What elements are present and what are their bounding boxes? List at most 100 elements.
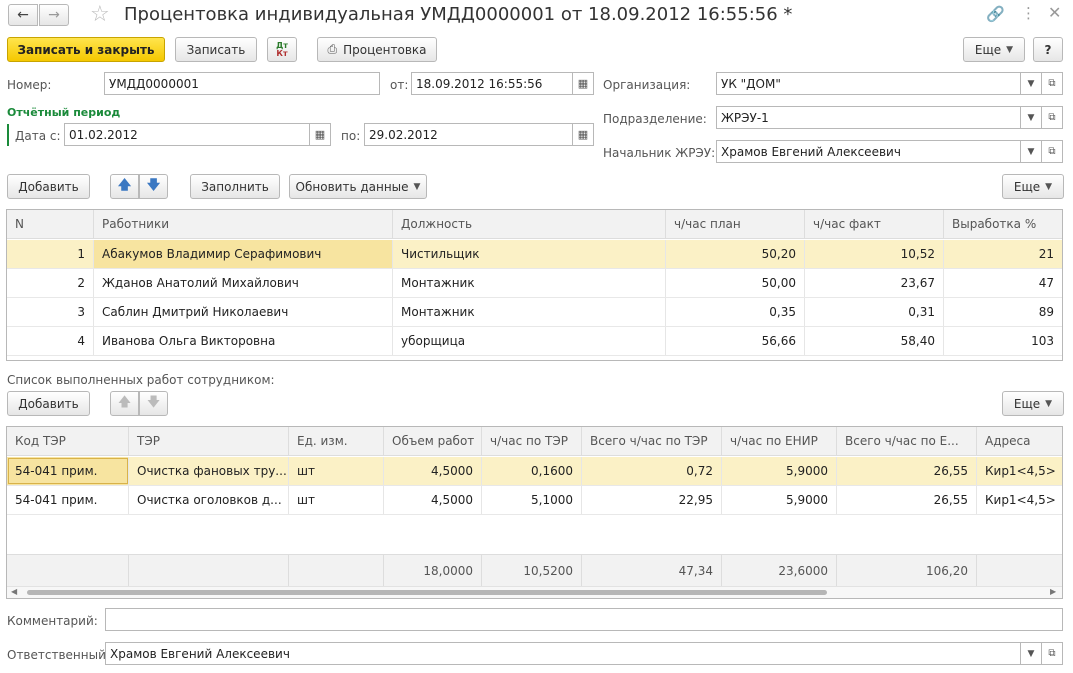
link-icon[interactable]: 🔗: [986, 5, 1005, 23]
dt-kt-button[interactable]: Дт Кт: [267, 37, 297, 62]
works-table[interactable]: Код ТЭР ТЭР Ед. изм. Объем работ ч/час п…: [6, 426, 1063, 599]
cell-ter[interactable]: Очистка фановых тру...: [129, 457, 289, 485]
chief-field[interactable]: Храмов Евгений Алексеевич: [716, 140, 1021, 163]
cell-volume[interactable]: 4,5000: [384, 457, 482, 485]
close-icon[interactable]: ✕: [1048, 3, 1061, 22]
workers-more-button[interactable]: Еще ▼: [1002, 174, 1064, 199]
col-output[interactable]: Выработка %: [944, 210, 1062, 238]
dept-open-button[interactable]: ⧉: [1041, 106, 1063, 129]
col-position[interactable]: Должность: [393, 210, 666, 238]
forward-button[interactable]: →: [39, 4, 69, 26]
move-up-button[interactable]: 🡅: [110, 174, 139, 199]
cell-name[interactable]: Жданов Анатолий Михайлович: [94, 269, 393, 297]
scroll-left-icon[interactable]: ◀: [11, 587, 17, 596]
dept-field[interactable]: ЖРЭУ-1: [716, 106, 1021, 129]
table-row[interactable]: 4 Иванова Ольга Викторовна уборщица 56,6…: [7, 327, 1062, 356]
cell-volume[interactable]: 4,5000: [384, 486, 482, 514]
from-date-field[interactable]: 18.09.2012 16:55:56: [411, 72, 573, 95]
table-row[interactable]: 54-041 прим. Очистка фановых тру... шт 4…: [7, 457, 1062, 486]
works-add-button[interactable]: Добавить: [7, 391, 90, 416]
cell-plan[interactable]: 56,66: [666, 327, 805, 355]
cell-output[interactable]: 103: [944, 327, 1062, 355]
cell-fact[interactable]: 10,52: [805, 240, 944, 268]
more-vert-icon[interactable]: ⋮: [1021, 4, 1036, 22]
cell-fact[interactable]: 0,31: [805, 298, 944, 326]
responsible-field[interactable]: Храмов Евгений Алексеевич: [105, 642, 1021, 665]
date-from-calendar-button[interactable]: ▦: [309, 123, 331, 146]
works-more-button[interactable]: Еще ▼: [1002, 391, 1064, 416]
cell-address[interactable]: Кир1<4,5>: [977, 457, 1062, 485]
col-n[interactable]: N: [7, 210, 94, 238]
cell-hour-ter[interactable]: 0,1600: [482, 457, 582, 485]
cell-name[interactable]: Саблин Дмитрий Николаевич: [94, 298, 393, 326]
scrollbar-thumb[interactable]: [27, 590, 827, 595]
cell-code[interactable]: 54-041 прим.: [7, 486, 129, 514]
cell-position[interactable]: уборщица: [393, 327, 666, 355]
works-move-down-button[interactable]: 🡇: [139, 391, 168, 416]
back-button[interactable]: ←: [8, 4, 38, 26]
table-row[interactable]: 54-041 прим. Очистка оголовков д... шт 4…: [7, 486, 1062, 515]
date-to-calendar-button[interactable]: ▦: [572, 123, 594, 146]
workers-add-button[interactable]: Добавить: [7, 174, 90, 199]
cell-plan[interactable]: 0,35: [666, 298, 805, 326]
works-move-up-button[interactable]: 🡅: [110, 391, 139, 416]
chief-open-button[interactable]: ⧉: [1041, 140, 1063, 163]
calendar-button[interactable]: ▦: [572, 72, 594, 95]
cell-fact[interactable]: 58,40: [805, 327, 944, 355]
cell-position[interactable]: Чистильщик: [393, 240, 666, 268]
col-unit[interactable]: Ед. изм.: [289, 427, 384, 455]
cell-hour-ter[interactable]: 5,1000: [482, 486, 582, 514]
cell-unit[interactable]: шт: [289, 457, 384, 485]
date-to-field[interactable]: 29.02.2012: [364, 123, 573, 146]
cell-hour-enir[interactable]: 5,9000: [722, 486, 837, 514]
org-dropdown-button[interactable]: ▼: [1020, 72, 1042, 95]
cell-unit[interactable]: шт: [289, 486, 384, 514]
org-open-button[interactable]: ⧉: [1041, 72, 1063, 95]
cell-output[interactable]: 21: [944, 240, 1062, 268]
print-button[interactable]: ⎙ Процентовка: [317, 37, 437, 62]
favorite-star-icon[interactable]: ☆: [90, 2, 110, 27]
refresh-data-button[interactable]: Обновить данные ▼: [289, 174, 427, 199]
chief-dropdown-button[interactable]: ▼: [1020, 140, 1042, 163]
responsible-open-button[interactable]: ⧉: [1041, 642, 1063, 665]
col-fact[interactable]: ч/час факт: [805, 210, 944, 238]
save-close-button[interactable]: Записать и закрыть: [7, 37, 165, 62]
comment-field[interactable]: [105, 608, 1063, 631]
more-button[interactable]: Еще ▼: [963, 37, 1025, 62]
cell-position[interactable]: Монтажник: [393, 269, 666, 297]
cell-ter[interactable]: Очистка оголовков д...: [129, 486, 289, 514]
cell-plan[interactable]: 50,00: [666, 269, 805, 297]
save-button[interactable]: Записать: [175, 37, 257, 62]
cell-hour-enir[interactable]: 5,9000: [722, 457, 837, 485]
fill-button[interactable]: Заполнить: [190, 174, 280, 199]
dept-dropdown-button[interactable]: ▼: [1020, 106, 1042, 129]
horizontal-scrollbar[interactable]: ◀ ▶: [7, 586, 1062, 598]
table-row[interactable]: 2 Жданов Анатолий Михайлович Монтажник 5…: [7, 269, 1062, 298]
col-plan[interactable]: ч/час план: [666, 210, 805, 238]
col-total-ter[interactable]: Всего ч/час по ТЭР: [582, 427, 722, 455]
cell-address[interactable]: Кир1<4,5>: [977, 486, 1062, 514]
scroll-right-icon[interactable]: ▶: [1050, 587, 1056, 596]
cell-total-ter[interactable]: 0,72: [582, 457, 722, 485]
col-hour-ter[interactable]: ч/час по ТЭР: [482, 427, 582, 455]
cell-output[interactable]: 89: [944, 298, 1062, 326]
org-field[interactable]: УК "ДОМ": [716, 72, 1021, 95]
help-button[interactable]: ?: [1033, 37, 1063, 62]
number-field[interactable]: УМДД0000001: [104, 72, 380, 95]
cell-code[interactable]: 54-041 прим.: [7, 457, 129, 485]
responsible-dropdown-button[interactable]: ▼: [1020, 642, 1042, 665]
cell-plan[interactable]: 50,20: [666, 240, 805, 268]
cell-total-enir[interactable]: 26,55: [837, 486, 977, 514]
workers-table[interactable]: N Работники Должность ч/час план ч/час ф…: [6, 209, 1063, 361]
col-address[interactable]: Адреса: [977, 427, 1062, 455]
move-down-button[interactable]: 🡇: [139, 174, 168, 199]
cell-total-enir[interactable]: 26,55: [837, 457, 977, 485]
col-volume[interactable]: Объем работ: [384, 427, 482, 455]
cell-total-ter[interactable]: 22,95: [582, 486, 722, 514]
cell-output[interactable]: 47: [944, 269, 1062, 297]
cell-name[interactable]: Абакумов Владимир Серафимович: [94, 240, 393, 268]
col-code[interactable]: Код ТЭР: [7, 427, 129, 455]
cell-position[interactable]: Монтажник: [393, 298, 666, 326]
table-row[interactable]: 3 Саблин Дмитрий Николаевич Монтажник 0,…: [7, 298, 1062, 327]
col-total-enir[interactable]: Всего ч/час по Е...: [837, 427, 977, 455]
